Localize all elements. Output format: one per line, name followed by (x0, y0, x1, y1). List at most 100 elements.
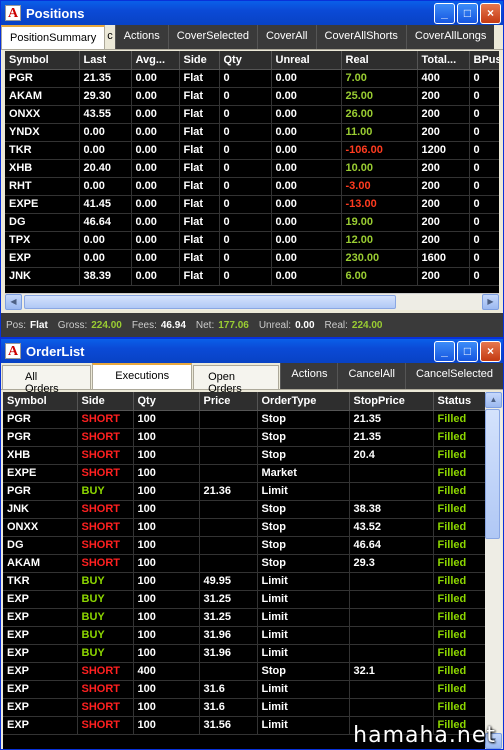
table-row[interactable]: AKAM SHORT 100 Stop 29.3 Filled (3, 554, 485, 573)
cell-status: Filled (433, 662, 485, 681)
table-row[interactable]: DG SHORT 100 Stop 46.64 Filled (3, 536, 485, 555)
table-row[interactable]: EXP BUY 100 31.96 Limit Filled (3, 626, 485, 645)
cell-last: 0.00 (79, 177, 132, 196)
cell-symbol: TKR (3, 572, 78, 591)
column-header[interactable]: Total... (417, 51, 470, 70)
column-header[interactable]: Qty (219, 51, 272, 70)
column-header[interactable]: Real (341, 51, 418, 70)
table-row[interactable]: TPX 0.00 0.00 Flat 0 0.00 12.00 200 0 (5, 231, 499, 250)
table-row[interactable]: XHB 20.40 0.00 Flat 0 0.00 10.00 200 0 (5, 159, 499, 178)
tab-position-summary[interactable]: PositionSummary (1, 25, 106, 49)
table-row[interactable]: PGR SHORT 100 Stop 21.35 Filled (3, 410, 485, 429)
table-row[interactable]: PGR BUY 100 21.36 Limit Filled (3, 482, 485, 501)
table-row[interactable]: EXP SHORT 400 Stop 32.1 Filled (3, 662, 485, 681)
column-header[interactable]: Qty (133, 392, 200, 411)
cell-side: BUY (77, 572, 134, 591)
table-row[interactable]: EXP BUY 100 31.25 Limit Filled (3, 608, 485, 627)
column-header[interactable]: Symbol (5, 51, 80, 70)
tab-executions[interactable]: Executions (92, 363, 193, 389)
orders-vscrollbar[interactable]: ▲ ▼ (485, 392, 502, 749)
cell-symbol: EXP (3, 608, 78, 627)
cover-all-shorts-button[interactable]: CoverAllShorts (315, 25, 406, 49)
table-row[interactable]: TKR 0.00 0.00 Flat 0 0.00 -106.00 1200 0 (5, 141, 499, 160)
cell-last: 38.39 (79, 267, 132, 286)
table-row[interactable]: EXP SHORT 100 31.6 Limit Filled (3, 698, 485, 717)
scroll-up-icon[interactable]: ▲ (485, 392, 502, 408)
positions-hscrollbar[interactable]: ◀ ▶ (5, 293, 499, 310)
table-row[interactable]: JNK 38.39 0.00 Flat 0 0.00 6.00 200 0 (5, 267, 499, 286)
column-header[interactable]: BPus (469, 51, 499, 70)
column-header[interactable]: Avg... (131, 51, 180, 70)
table-row[interactable]: EXP BUY 100 31.25 Limit Filled (3, 590, 485, 609)
table-row[interactable]: EXP BUY 100 31.96 Limit Filled (3, 644, 485, 663)
column-header[interactable]: Unreal (271, 51, 342, 70)
cell-symbol: TPX (5, 231, 80, 250)
column-header[interactable]: Side (179, 51, 220, 70)
table-row[interactable]: AKAM 29.30 0.00 Flat 0 0.00 25.00 200 0 (5, 87, 499, 106)
table-row[interactable]: DG 46.64 0.00 Flat 0 0.00 19.00 200 0 (5, 213, 499, 232)
column-header[interactable]: StopPrice (349, 392, 434, 411)
orders-grid[interactable]: Symbol Side Qty Price OrderType StopPrice Stat… (3, 392, 485, 749)
cancel-all-button[interactable]: CancelAll (337, 363, 405, 389)
positions-actions-button[interactable]: Actions (114, 25, 168, 49)
cell-price (199, 662, 258, 681)
column-header[interactable]: Last (79, 51, 132, 70)
tab-open-orders[interactable]: Open Orders (193, 365, 280, 395)
column-header[interactable]: Symbol (3, 392, 78, 411)
close-icon[interactable]: × (480, 340, 501, 362)
column-header[interactable]: OrderType (257, 392, 350, 411)
column-header[interactable]: Side (77, 392, 134, 411)
maximize-icon[interactable]: □ (457, 340, 478, 362)
tab-overflow[interactable]: c (105, 25, 115, 49)
cell-type: Limit (257, 644, 350, 663)
cell-symbol: YNDX (5, 123, 80, 142)
cell-avg: 0.00 (131, 159, 180, 178)
cover-all-longs-button[interactable]: CoverAllLongs (405, 25, 495, 49)
cell-side: BUY (77, 482, 134, 501)
cancel-selected-button[interactable]: CancelSelected (404, 363, 503, 389)
table-row[interactable]: EXP 0.00 0.00 Flat 0 0.00 230.00 1600 0 (5, 249, 499, 268)
maximize-icon[interactable]: □ (457, 2, 478, 24)
cell-avg: 0.00 (131, 267, 180, 286)
cell-qty: 0 (219, 267, 272, 286)
cell-price (199, 464, 258, 483)
close-icon[interactable]: × (480, 2, 501, 24)
minimize-icon[interactable]: _ (434, 2, 455, 24)
table-row[interactable]: ONXX 43.55 0.00 Flat 0 0.00 26.00 200 0 (5, 105, 499, 124)
scroll-thumb[interactable] (24, 295, 396, 309)
cell-qty: 0 (219, 105, 272, 124)
scroll-thumb[interactable] (485, 409, 500, 539)
positions-titlebar[interactable]: A Positions _ □ × (1, 1, 503, 25)
cover-all-button[interactable]: CoverAll (256, 25, 316, 49)
table-row[interactable]: JNK SHORT 100 Stop 38.38 Filled (3, 500, 485, 519)
table-row[interactable]: RHT 0.00 0.00 Flat 0 0.00 -3.00 200 0 (5, 177, 499, 196)
cell-unreal: 0.00 (271, 213, 342, 232)
table-row[interactable]: EXPE SHORT 100 Market Filled (3, 464, 485, 483)
table-row[interactable]: EXP SHORT 100 31.6 Limit Filled (3, 680, 485, 699)
scroll-right-icon[interactable]: ▶ (482, 294, 499, 310)
orderlist-titlebar[interactable]: A OrderList _ □ × (1, 339, 503, 363)
table-row[interactable]: PGR SHORT 100 Stop 21.35 Filled (3, 428, 485, 447)
cell-last: 21.35 (79, 69, 132, 88)
cell-qty: 100 (133, 680, 200, 699)
table-row[interactable]: YNDX 0.00 0.00 Flat 0 0.00 11.00 200 0 (5, 123, 499, 142)
minimize-icon[interactable]: _ (434, 340, 455, 362)
scroll-left-icon[interactable]: ◀ (5, 294, 22, 310)
positions-grid[interactable]: Symbol Last Avg... Side Qty Unreal Real Total..… (5, 51, 499, 293)
cell-side: Flat (179, 213, 220, 232)
table-row[interactable]: ONXX SHORT 100 Stop 43.52 Filled (3, 518, 485, 537)
table-row[interactable]: TKR BUY 100 49.95 Limit Filled (3, 572, 485, 591)
cell-bp: 0 (469, 141, 499, 160)
cell-unreal: 0.00 (271, 69, 342, 88)
table-row[interactable]: PGR 21.35 0.00 Flat 0 0.00 7.00 400 0 (5, 69, 499, 88)
column-header[interactable]: Price (199, 392, 258, 411)
cell-symbol: AKAM (3, 554, 78, 573)
table-row[interactable]: EXPE 41.45 0.00 Flat 0 0.00 -13.00 200 0 (5, 195, 499, 214)
app-logo-icon: A (5, 5, 21, 21)
table-row[interactable]: XHB SHORT 100 Stop 20.4 Filled (3, 446, 485, 465)
cell-real: -106.00 (341, 141, 418, 160)
orders-actions-button[interactable]: Actions (280, 363, 338, 389)
column-header[interactable]: Status (433, 392, 485, 411)
cover-selected-button[interactable]: CoverSelected (167, 25, 257, 49)
tab-all-orders[interactable]: All Orders (2, 365, 92, 395)
